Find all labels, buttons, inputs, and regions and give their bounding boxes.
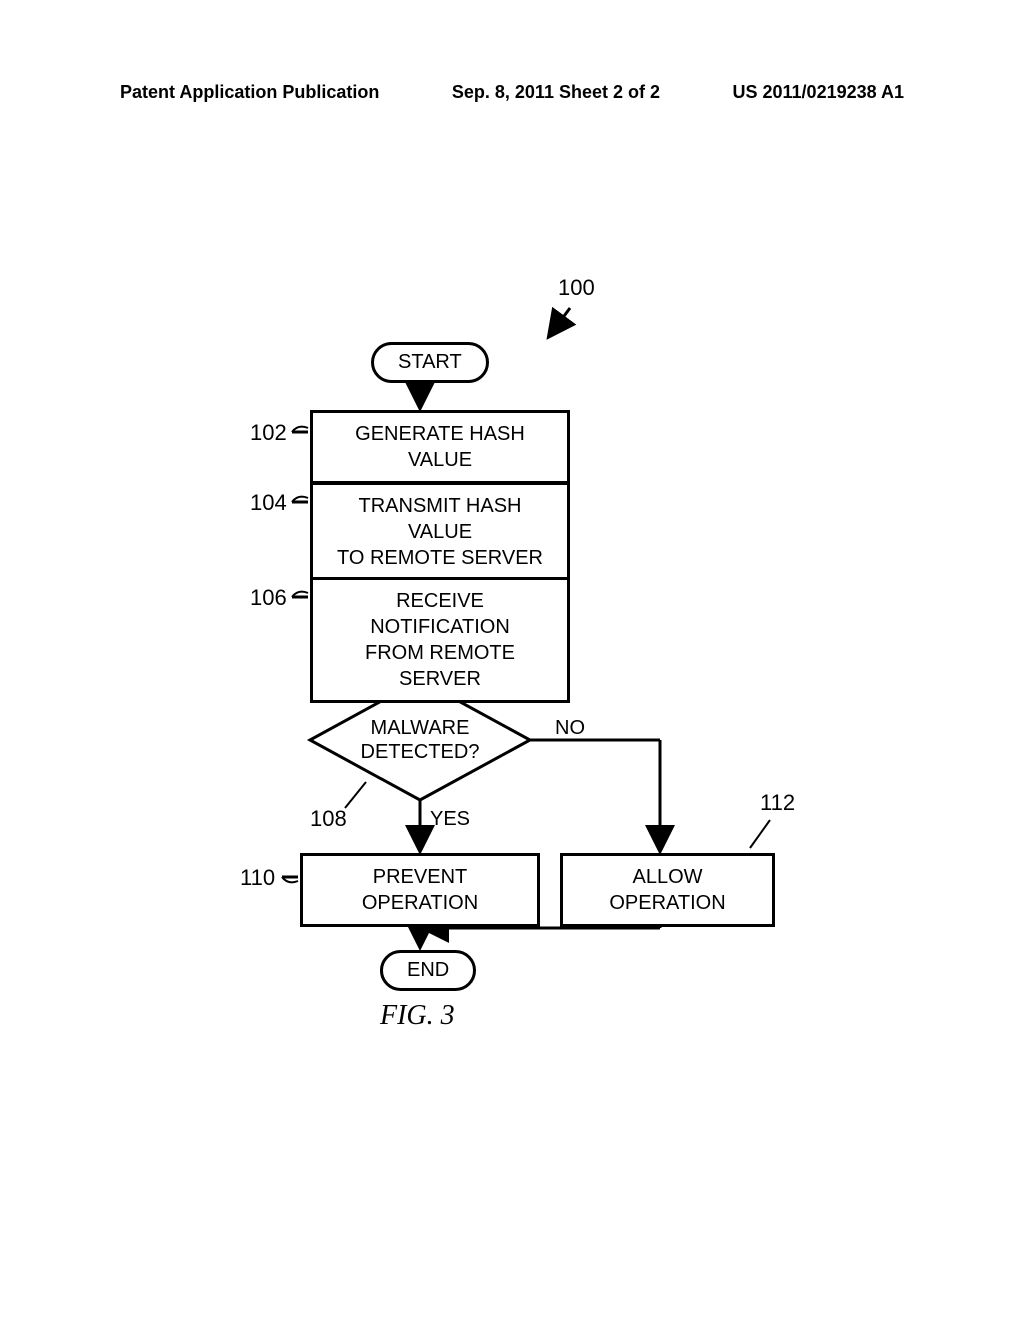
decision-malware: MALWARE DETECTED? [320,680,520,800]
step-104: TRANSMIT HASH VALUE TO REMOTE SERVER [310,482,570,582]
ref-112: 112 [760,790,795,816]
start-terminator: START [371,342,489,383]
ref-110: 110 [240,865,275,891]
ref-104: 104 [250,490,287,516]
edge-yes: YES [430,808,470,831]
end-terminator: END [380,950,476,991]
header-center: Sep. 8, 2011 Sheet 2 of 2 [452,82,660,103]
decision-text: MALWARE DETECTED? [361,716,480,764]
step-110: PREVENT OPERATION [300,853,540,927]
flowchart-diagram: 100 START 102 GENERATE HASH VALUE 104 TR… [0,280,1024,1180]
ref-106: 106 [250,585,287,611]
ref-108: 108 [310,806,347,832]
step-102: GENERATE HASH VALUE [310,410,570,484]
ref-102: 102 [250,420,287,446]
figure-caption: FIG. 3 [380,1000,455,1032]
edge-no: NO [555,717,585,740]
header-right: US 2011/0219238 A1 [733,82,904,103]
step-112: ALLOW OPERATION [560,853,775,927]
page-header: Patent Application Publication Sep. 8, 2… [0,82,1024,103]
header-left: Patent Application Publication [120,82,379,103]
ref-100: 100 [558,275,595,301]
